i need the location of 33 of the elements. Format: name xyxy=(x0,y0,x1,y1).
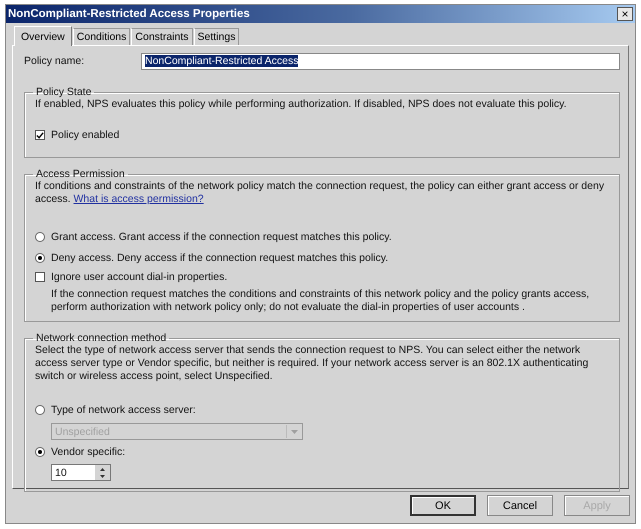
radio-option[interactable]: Vendor specific: xyxy=(35,445,611,459)
input-field[interactable]: NonCompliant-Restricted Access xyxy=(141,52,620,70)
spinner-field[interactable]: 10 xyxy=(51,464,111,481)
caret-icon xyxy=(290,430,298,434)
dialog-button[interactable]: Cancel xyxy=(487,495,553,516)
checkbox[interactable] xyxy=(35,272,45,282)
radio-button[interactable] xyxy=(35,253,45,263)
close-button[interactable]: × xyxy=(617,7,633,21)
group-title: Network connection method xyxy=(35,332,168,344)
description-text: If conditions and constraints of the network policy match the connection request, the policy can either grant access or deny access. What is access permission? xyxy=(35,180,606,206)
dialog-button[interactable]: OK xyxy=(410,495,476,516)
tab[interactable]: Settings xyxy=(194,28,240,45)
description-text: Select the type of network access server that sends the connection request to NPS. You can select either the network access server type or Vendor specific, but neither is required. If your network access server is an 802.1X authenticating switch or wireless access point, select Unspecified. xyxy=(35,344,590,383)
field-label: Policy name: xyxy=(24,55,86,67)
checkbox[interactable] xyxy=(35,130,45,140)
help-link[interactable]: What is access permission? xyxy=(74,193,204,205)
tab[interactable]: Constraints xyxy=(131,28,192,45)
checkbox-option[interactable]: Ignore user account dial-in properties. xyxy=(35,270,611,284)
radio-button[interactable] xyxy=(35,232,45,242)
radio-button[interactable] xyxy=(35,447,45,457)
group-title: Policy State xyxy=(35,86,92,98)
radio-option[interactable]: Deny access. Deny access if the connection request matches this policy. xyxy=(35,251,611,265)
spin-arrows-icon xyxy=(100,466,105,478)
radio-button[interactable] xyxy=(35,405,45,415)
radio-option[interactable]: Type of network access server: xyxy=(35,403,611,417)
tab[interactable]: Overview xyxy=(14,26,72,46)
group-title: Access Permission xyxy=(35,168,126,180)
window-title: NonCompliant-Restricted Access Properties xyxy=(8,8,250,20)
description-text: If enabled, NPS evaluates this policy while performing authorization. If disabled, NPS does not evaluate this policy. xyxy=(35,98,568,111)
note-text: If the connection request matches the conditions and constraints of this network policy and the policy grants access, perform authorization with network policy only; do not evaluate the dial-in properties of user accounts . xyxy=(51,288,590,314)
tab[interactable]: Conditions xyxy=(72,28,130,45)
checkbox-option[interactable]: Policy enabled xyxy=(35,128,611,142)
radio-option[interactable]: Grant access. Grant access if the connection request matches this policy. xyxy=(35,230,611,244)
